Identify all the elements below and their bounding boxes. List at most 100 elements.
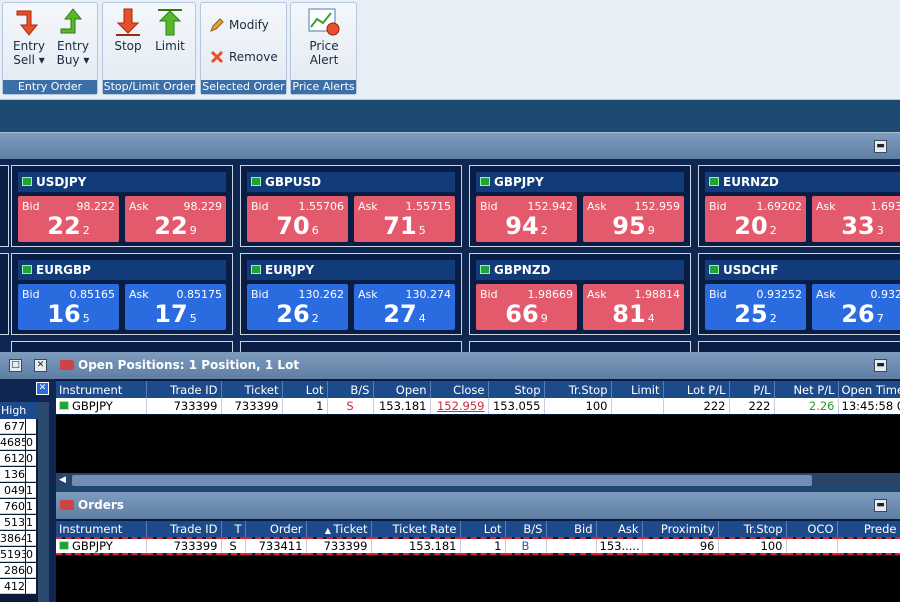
left-side-cell xyxy=(26,419,36,434)
instrument-flag-icon xyxy=(480,265,490,274)
price-alert-label-1: Price xyxy=(309,39,339,53)
left-side-cell: 1 xyxy=(26,515,36,530)
column-header[interactable]: B/S xyxy=(505,521,547,538)
column-header[interactable]: Order xyxy=(245,521,307,538)
order-row[interactable]: GBPJPY 733399 S 733411 733399 153.181 1 … xyxy=(56,537,900,555)
order-bs: B xyxy=(505,537,547,555)
entry-sell-button[interactable]: Entry Sell ▾ xyxy=(9,7,49,67)
ask-button[interactable]: Ask0.9326267 xyxy=(812,284,900,330)
column-header[interactable]: Lot xyxy=(282,381,328,398)
column-header[interactable]: Instrument xyxy=(56,381,147,398)
scroll-thumb[interactable] xyxy=(72,475,812,486)
instrument-flag-icon xyxy=(709,177,719,186)
rates-minimize-button[interactable]: ▬ xyxy=(874,140,887,153)
bid-button[interactable]: Bid 0.93252 25 2 xyxy=(705,284,806,330)
column-header[interactable]: Lot P/L xyxy=(663,381,730,398)
bid-big-figure: 22 2 xyxy=(47,212,90,240)
column-header[interactable]: Open xyxy=(373,381,431,398)
bid-button[interactable]: Bid 130.262 26 2 xyxy=(247,284,348,330)
order-ask: 153..... xyxy=(596,537,643,555)
column-header[interactable]: Tr.Stop xyxy=(544,381,612,398)
position-stop[interactable]: 153.055 xyxy=(488,398,545,414)
column-header[interactable]: OCO xyxy=(786,521,838,538)
column-header[interactable]: Net P/L xyxy=(774,381,839,398)
column-header[interactable]: Instrument xyxy=(56,521,147,538)
column-header[interactable]: ▲ Ticket xyxy=(306,521,372,538)
column-header[interactable]: Ticket Rate xyxy=(371,521,461,538)
bid-button[interactable]: Bid 152.942 94 2 xyxy=(476,196,577,242)
column-header[interactable]: Ticket xyxy=(221,381,283,398)
order-bid xyxy=(546,537,597,555)
bid-button[interactable]: Bid 98.222 22 2 xyxy=(18,196,119,242)
positions-minimize-button[interactable]: ▬ xyxy=(874,359,887,372)
rate-tile-gbpjpy[interactable]: GBPJPY Bid 152.942 94 2 Ask 152.959 95 9 xyxy=(469,165,691,247)
rate-tile-eurnzd[interactable]: EURNZD Bid1.69202202Ask1.6933333 xyxy=(698,165,900,247)
remove-button[interactable]: Remove xyxy=(209,49,278,65)
bid-button[interactable]: Bid 0.85165 16 5 xyxy=(18,284,119,330)
selected-order-group: Modify Remove Selected Order xyxy=(200,2,287,95)
ask-button[interactable]: Ask 0.85175 17 5 xyxy=(125,284,226,330)
orders-minimize-button[interactable]: ▬ xyxy=(874,499,887,512)
order-prede xyxy=(837,537,900,555)
rate-tile-usdjpy[interactable]: USDJPY Bid 98.222 22 2 Ask 98.229 22 9 xyxy=(11,165,233,247)
position-ticket: 733399 xyxy=(221,398,283,414)
price-alert-button[interactable]: Price Alert xyxy=(297,7,351,67)
rate-tile-gbpusd[interactable]: GBPUSD Bid 1.55706 70 6 Ask 1.55715 71 5 xyxy=(240,165,462,247)
modify-button[interactable]: Modify xyxy=(209,17,269,33)
ask-big-figure: 95 9 xyxy=(612,212,655,240)
ask-button[interactable]: Ask 98.229 22 9 xyxy=(125,196,226,242)
position-limit[interactable] xyxy=(611,398,664,414)
stop-button[interactable]: Stop xyxy=(109,7,147,53)
ask-button[interactable]: Ask 152.959 95 9 xyxy=(583,196,684,242)
position-lot: 1 xyxy=(282,398,328,414)
positions-horizontal-scrollbar[interactable]: ◀ xyxy=(56,473,900,488)
open-positions-title: Open Positions: 1 Position, 1 Lot xyxy=(78,358,300,372)
column-header[interactable]: Trade ID xyxy=(146,381,222,398)
left-panel-titlebar: □ ✕ xyxy=(0,352,56,379)
column-header[interactable]: Stop xyxy=(488,381,545,398)
rate-tile-eurgbp[interactable]: EURGBP Bid 0.85165 16 5 Ask 0.85175 17 5 xyxy=(11,253,233,335)
column-header[interactable]: T xyxy=(221,521,246,538)
left-high-cell: 412 xyxy=(0,579,25,594)
left-grid-close-button[interactable]: ✕ xyxy=(36,382,49,395)
bid-button[interactable]: Bid 1.55706 70 6 xyxy=(247,196,348,242)
scroll-left-icon[interactable]: ◀ xyxy=(59,475,66,485)
rate-symbol: USDCHF xyxy=(705,260,900,280)
rate-tile-gbpnzd[interactable]: GBPNZD Bid 1.98669 66 9 Ask 1.98814 81 4 xyxy=(469,253,691,335)
bid-button[interactable]: Bid 1.69202 20 2 xyxy=(705,196,806,242)
column-header[interactable]: Tr.Stop xyxy=(718,521,787,538)
ask-big-figure: 33 3 xyxy=(841,212,884,240)
order-ticket: 733399 xyxy=(306,537,372,555)
column-header[interactable]: Bid xyxy=(546,521,597,538)
modify-label: Modify xyxy=(229,18,269,32)
column-header[interactable]: Lot xyxy=(460,521,506,538)
column-header[interactable]: Limit xyxy=(611,381,664,398)
position-row[interactable]: GBPJPY 733399 733399 1 S 153.181 152.959… xyxy=(56,398,900,414)
left-vertical-scrollbar[interactable] xyxy=(38,402,49,602)
column-header[interactable]: Prede xyxy=(837,521,900,538)
left-grid-header: High xyxy=(0,402,38,419)
ask-button[interactable]: Ask 1.55715 71 5 xyxy=(354,196,455,242)
order-ticket-rate[interactable]: 153.181 xyxy=(371,537,461,555)
left-restore-button[interactable]: □ xyxy=(9,359,22,372)
column-header[interactable]: B/S xyxy=(327,381,374,398)
left-high-cell: 136 xyxy=(0,467,25,482)
rate-tile-usdchf[interactable]: USDCHF Bid0.93252252Ask0.9326267 xyxy=(698,253,900,335)
column-header[interactable]: P/L xyxy=(729,381,775,398)
ask-button[interactable]: Ask1.6933333 xyxy=(812,196,900,242)
ask-button[interactable]: Ask 1.98814 81 4 xyxy=(583,284,684,330)
bid-button[interactable]: Bid 1.98669 66 9 xyxy=(476,284,577,330)
entry-buy-button[interactable]: Entry Buy ▾ xyxy=(53,7,93,67)
column-header[interactable]: Trade ID xyxy=(146,521,222,538)
bid-big-figure: 70 6 xyxy=(276,212,319,240)
ask-button[interactable]: Ask 130.274 27 4 xyxy=(354,284,455,330)
column-header[interactable]: Open Time xyxy=(838,381,900,398)
column-header[interactable]: Close xyxy=(430,381,489,398)
column-header[interactable]: Proximity xyxy=(642,521,719,538)
column-header[interactable]: Ask xyxy=(596,521,643,538)
left-close-button[interactable]: ✕ xyxy=(34,359,47,372)
limit-button[interactable]: Limit xyxy=(151,7,189,53)
position-close[interactable]: 152.959 xyxy=(430,398,489,414)
ask-big-figure: 17 5 xyxy=(154,300,197,328)
rate-tile-eurjpy[interactable]: EURJPY Bid 130.262 26 2 Ask 130.274 27 4 xyxy=(240,253,462,335)
